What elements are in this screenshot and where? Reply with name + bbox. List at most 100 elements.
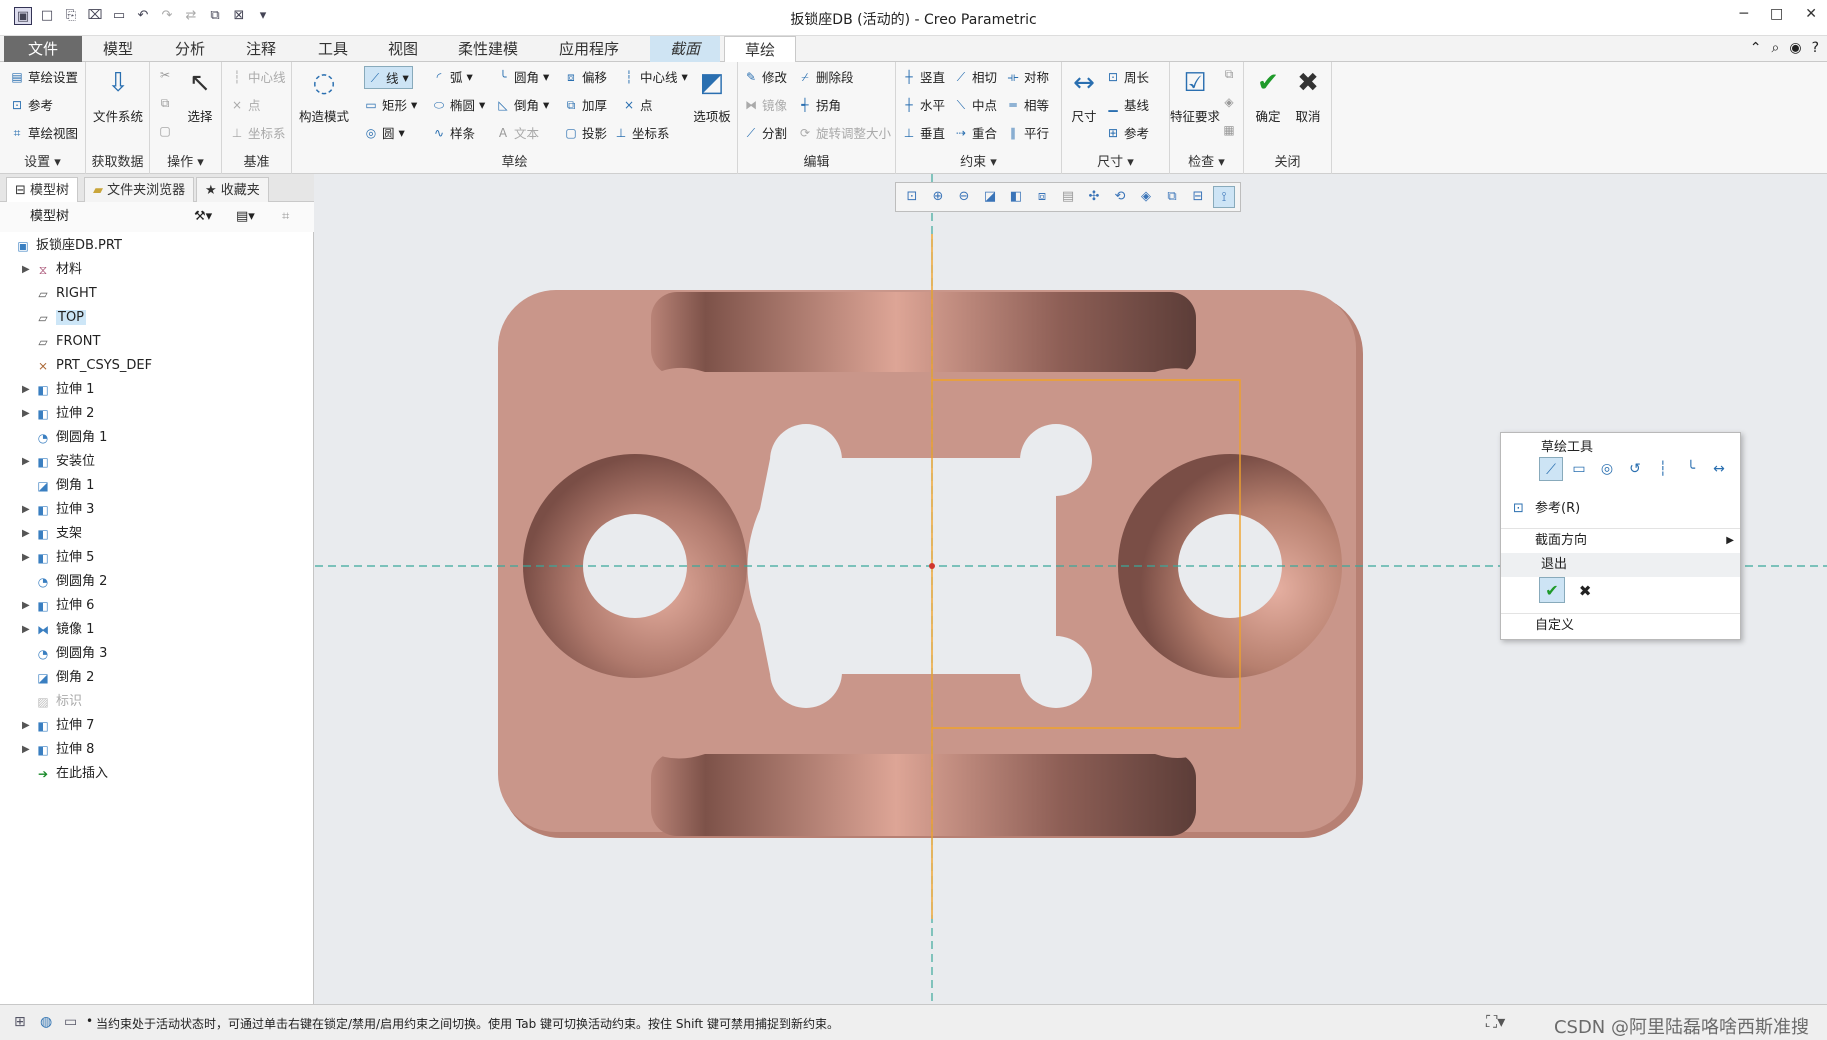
shade-closed-loops-button[interactable]: ▦ xyxy=(1222,123,1236,137)
datum-point-button[interactable]: × 点 xyxy=(230,95,261,114)
dimension-tool-icon[interactable]: ↔ xyxy=(1707,457,1731,481)
full-screen-icon[interactable]: ▭ xyxy=(64,1014,77,1030)
construction-mode-button[interactable]: ◌ 构造模式 xyxy=(296,66,352,125)
equal-button[interactable]: ═ 相等 xyxy=(1006,95,1049,114)
dim-reference-button[interactable]: ⊞ 参考 xyxy=(1106,123,1149,142)
baseline-button[interactable]: ▁ 基线 xyxy=(1106,95,1149,114)
fillet-button[interactable]: ╰ 圆角 ▾ xyxy=(496,67,549,86)
view-manager-icon[interactable]: ▤ xyxy=(1057,186,1079,208)
tab-section[interactable]: 截面 xyxy=(650,36,720,62)
tree-item-right[interactable]: ▱ RIGHT xyxy=(10,282,310,306)
panel-tab-folder-browser[interactable]: ▰ 文件夹浏览器 xyxy=(84,177,195,202)
paste-button[interactable]: ▢ xyxy=(158,124,172,138)
maximize-icon[interactable]: □ xyxy=(1770,6,1783,22)
tab-annotate[interactable]: 注释 xyxy=(226,36,296,62)
rectangle-button[interactable]: ▭ 矩形 ▾ xyxy=(364,95,417,114)
expand-icon[interactable]: ▶ xyxy=(22,450,30,474)
panel-tab-model-tree[interactable]: ⊟ 模型树 xyxy=(6,177,79,202)
repaint-icon[interactable]: ◪ xyxy=(979,186,1001,208)
saved-orientations-icon[interactable]: ⧈ xyxy=(1031,186,1053,208)
collapse-ribbon-icon[interactable]: ⌃ xyxy=(1750,40,1762,56)
point-button[interactable]: × 点 xyxy=(622,95,653,114)
tab-flexible-modeling[interactable]: 柔性建模 xyxy=(440,36,536,62)
midpoint-button[interactable]: ⟍ 中点 xyxy=(954,95,997,114)
tree-item-part[interactable]: ▣ 扳锁座DB.PRT xyxy=(10,234,310,258)
tree-item-insert-here[interactable]: ➔ 在此插入 xyxy=(10,762,310,786)
panel-tab-favorites[interactable]: ★ 收藏夹 xyxy=(196,177,269,202)
selection-filter-icon[interactable]: ⛶▾ xyxy=(1486,1012,1505,1032)
expand-icon[interactable]: ▶ xyxy=(22,378,30,402)
datum-csys-button[interactable]: ⊥ 坐标系 xyxy=(230,123,286,142)
group-label-dimension[interactable]: 尺寸 ▾ xyxy=(1062,151,1169,170)
perimeter-button[interactable]: ⊡ 周长 xyxy=(1106,67,1149,86)
horizontal-button[interactable]: ┼ 水平 xyxy=(902,95,945,114)
cancel-x-icon[interactable]: ✖ xyxy=(1575,579,1595,603)
context-menu-section-orientation[interactable]: 截面方向 ▶ xyxy=(1501,528,1740,552)
spline-button[interactable]: ∿ 样条 xyxy=(432,123,475,142)
corner-button[interactable]: ┽ 拐角 xyxy=(798,95,841,114)
rotate-resize-button[interactable]: ⟳ 旋转调整大小 xyxy=(798,123,891,142)
centerline-tool-icon[interactable]: ┆ xyxy=(1651,457,1675,481)
mirror-button[interactable]: ⧓ 镜像 xyxy=(744,95,787,114)
minimize-icon[interactable]: ─ xyxy=(1740,6,1748,22)
tree-item-round[interactable]: ◔ 倒圆角 1 xyxy=(10,426,310,450)
spin-center-icon[interactable]: ⟲ xyxy=(1109,186,1131,208)
datum-centerline-button[interactable]: ┆ 中心线 xyxy=(230,67,285,86)
context-menu-customize[interactable]: 自定义 xyxy=(1501,613,1740,637)
tree-item-top[interactable]: ▱ TOP xyxy=(10,306,310,330)
display-style-icon[interactable]: ◧ xyxy=(1005,186,1027,208)
expand-icon[interactable]: ▶ xyxy=(22,738,30,762)
zoom-in-icon[interactable]: ⊕ xyxy=(927,186,949,208)
ellipse-button[interactable]: ⬭ 椭圆 ▾ xyxy=(432,95,485,114)
community-icon[interactable]: ◉ xyxy=(1789,40,1801,56)
annotation-display-icon[interactable]: ◈ xyxy=(1135,186,1157,208)
context-menu-reference[interactable]: ⊡ 参考(R) xyxy=(1501,497,1740,521)
select-button[interactable]: ↖ 选择 xyxy=(180,66,220,125)
tree-item-round[interactable]: ◔ 倒圆角 3 xyxy=(10,642,310,666)
delete-segment-button[interactable]: ⌿ 删除段 xyxy=(798,67,853,86)
expand-icon[interactable]: ▶ xyxy=(22,714,30,738)
modify-button[interactable]: ✎ 修改 xyxy=(744,67,787,86)
expand-icon[interactable]: ▶ xyxy=(22,498,30,522)
tree-item-extrude[interactable]: ▶ ◧ 拉伸 6 xyxy=(10,594,310,618)
group-label-inspect[interactable]: 检查 ▾ xyxy=(1170,151,1243,170)
thicken-button[interactable]: ⧉ 加厚 xyxy=(564,95,607,114)
line-tool-icon[interactable]: ⟋ xyxy=(1539,457,1563,481)
tree-item-csys[interactable]: ⨯ PRT_CSYS_DEF xyxy=(10,354,310,378)
zoom-out-icon[interactable]: ⊖ xyxy=(953,186,975,208)
tree-item-extrude[interactable]: ▶ ◧ 拉伸 5 xyxy=(10,546,310,570)
expand-icon[interactable]: ▶ xyxy=(22,618,30,642)
expand-icon[interactable]: ▶ xyxy=(22,522,30,546)
vertical-button[interactable]: ┼ 竖直 xyxy=(902,67,945,86)
arc-tool-icon[interactable]: ↺ xyxy=(1623,457,1647,481)
tree-show-icon[interactable]: ▤▾ xyxy=(236,202,255,232)
dimension-button[interactable]: ↔ 尺寸 xyxy=(1064,66,1104,125)
datum-display-icon[interactable]: ✣ xyxy=(1083,186,1105,208)
group-label-constrain[interactable]: 约束 ▾ xyxy=(896,151,1061,170)
feature-requirements-button[interactable]: ☑ 特征要求 xyxy=(1170,66,1220,125)
project-button[interactable]: ▢ 投影 xyxy=(564,123,607,142)
overlap-geometry-button[interactable]: ⧉ xyxy=(1222,67,1236,81)
divide-button[interactable]: ⟋ 分割 xyxy=(744,123,787,142)
expand-icon[interactable]: ▶ xyxy=(22,594,30,618)
sketcher-display-icon[interactable]: ⊟ xyxy=(1187,186,1209,208)
chamfer-button[interactable]: ◺ 倒角 ▾ xyxy=(496,95,549,114)
sketch-constraints-display-icon[interactable]: ⟟ xyxy=(1213,186,1235,208)
tab-tools[interactable]: 工具 xyxy=(298,36,368,62)
copy-button[interactable]: ⧉ xyxy=(158,96,172,110)
ok-checkmark-icon[interactable]: ✔ xyxy=(1539,577,1565,603)
tab-analysis[interactable]: 分析 xyxy=(154,36,226,62)
tree-item-cosmetic[interactable]: ▨ 标识 xyxy=(10,690,310,714)
circle-tool-icon[interactable]: ◎ xyxy=(1595,457,1619,481)
tree-item-chamfer[interactable]: ◪ 倒角 2 xyxy=(10,666,310,690)
reference-button[interactable]: ⊡ 参考 xyxy=(10,95,53,114)
tree-item-chamfer[interactable]: ◪ 倒角 1 xyxy=(10,474,310,498)
symmetric-button[interactable]: ⟛ 对称 xyxy=(1006,67,1049,86)
coincident-button[interactable]: ⇢ 重合 xyxy=(954,123,997,142)
arc-button[interactable]: ◜ 弧 ▾ xyxy=(432,67,473,86)
centerline-button[interactable]: ┆ 中心线 ▾ xyxy=(622,67,687,86)
cancel-button[interactable]: ✖ 取消 xyxy=(1288,66,1328,125)
rectangle-tool-icon[interactable]: ▭ xyxy=(1567,457,1591,481)
ok-button[interactable]: ✔ 确定 xyxy=(1248,66,1288,125)
tree-item-extrude[interactable]: ▶ ◧ 拉伸 2 xyxy=(10,402,310,426)
